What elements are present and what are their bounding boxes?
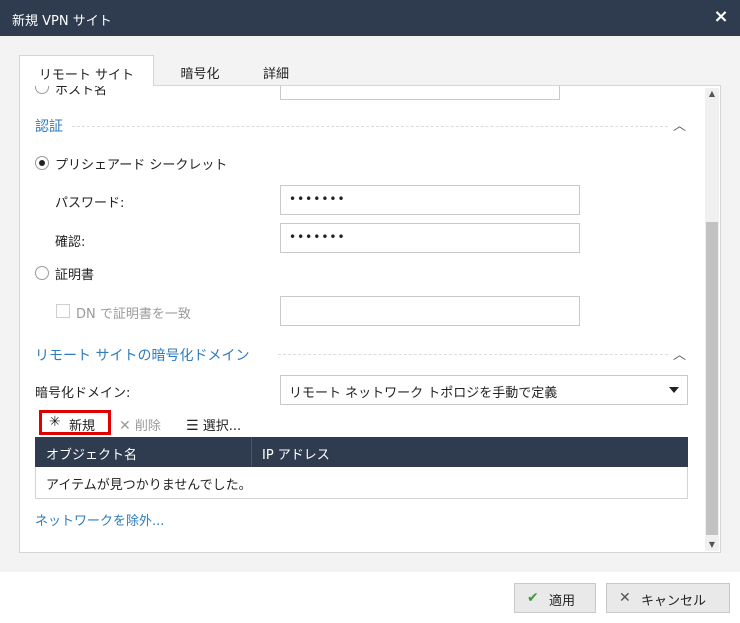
new-button-label: 新規 (69, 419, 96, 434)
collapse-chevron-icon[interactable]: ︿ (673, 344, 686, 363)
table-header: オブジェクト名 IP アドレス (35, 437, 688, 467)
window-title: 新規 VPN サイト (12, 14, 112, 29)
select-button-label: 選択... (202, 419, 242, 434)
password-label: パスワード: (55, 196, 125, 211)
dn-match-label: DN で証明書を一致 (76, 307, 191, 322)
cancel-button-label: キャンセル (641, 594, 707, 609)
host-input[interactable] (280, 86, 560, 100)
close-icon[interactable]: × (710, 6, 732, 28)
domain-label: 暗号化ドメイン: (35, 386, 131, 401)
column-header-object-name[interactable]: オブジェクト名 (46, 444, 137, 463)
select-button[interactable]: ☰ 選択... (186, 415, 241, 434)
confirm-password-field[interactable]: ••••••• (280, 223, 580, 253)
tab-advanced[interactable]: 詳細 (245, 55, 307, 86)
sparkle-icon: ✳ (49, 414, 61, 430)
auth-section-title: 認証 (35, 119, 63, 135)
tab-encryption[interactable]: 暗号化 (160, 55, 240, 86)
x-icon: ✕ (119, 418, 131, 434)
apply-button-label: 適用 (549, 594, 576, 609)
section-divider (72, 126, 668, 127)
confirm-label: 確認: (55, 235, 86, 250)
table-body: アイテムが見つかりませんでした。 (35, 467, 688, 499)
delete-button[interactable]: ✕ 削除 (119, 415, 161, 434)
certificate-label: 証明書 (55, 268, 95, 283)
exclude-network-link[interactable]: ネットワークを除外... (35, 510, 164, 529)
scrollbar-thumb[interactable] (706, 222, 718, 535)
preshared-radio[interactable] (35, 156, 49, 170)
new-button[interactable]: ✳ 新規 (39, 410, 111, 435)
tab-label: 暗号化 (180, 67, 220, 82)
dn-field[interactable] (280, 296, 580, 326)
domain-section-title: リモート サイトの暗号化ドメイン (35, 348, 250, 364)
content-panel: ホスト名 認証 ︿ プリシェアード シークレット パスワード: ••••••• … (19, 85, 721, 553)
scroll-up-arrow-icon[interactable]: ▲ (705, 88, 719, 100)
host-radio[interactable] (35, 86, 49, 94)
scroll-down-arrow-icon[interactable]: ▼ (705, 539, 719, 551)
column-header-ip-address[interactable]: IP アドレス (262, 444, 330, 463)
empty-table-message: アイテムが見つかりませんでした。 (46, 478, 252, 493)
password-field[interactable]: ••••••• (280, 185, 580, 215)
close-icon: ✕ (619, 590, 631, 606)
delete-button-label: 削除 (134, 419, 161, 434)
tab-remote-site[interactable]: リモート サイト (19, 55, 154, 86)
encryption-domain-select[interactable]: リモート ネットワーク トポロジを手動で定義 (280, 375, 688, 405)
collapse-chevron-icon[interactable]: ︿ (673, 115, 686, 134)
host-label: ホスト名 (55, 85, 108, 98)
section-divider (278, 354, 668, 355)
preshared-label: プリシェアード シークレット (55, 158, 228, 173)
window-titlebar: 新規 VPN サイト × (0, 0, 740, 36)
tab-label: 詳細 (262, 67, 289, 82)
select-value: リモート ネットワーク トポロジを手動で定義 (289, 386, 558, 401)
apply-button[interactable]: ✔ 適用 (514, 583, 596, 613)
certificate-radio[interactable] (35, 266, 49, 280)
tab-label: リモート サイト (38, 68, 135, 83)
dn-match-checkbox[interactable] (56, 304, 70, 318)
select-list-icon: ☰ (186, 418, 199, 434)
check-icon: ✔ (527, 590, 539, 606)
dropdown-arrow-icon (669, 387, 679, 393)
vertical-scrollbar[interactable]: ▲ ▼ (705, 88, 719, 551)
column-divider[interactable] (251, 437, 252, 467)
cancel-button[interactable]: ✕ キャンセル (606, 583, 730, 613)
